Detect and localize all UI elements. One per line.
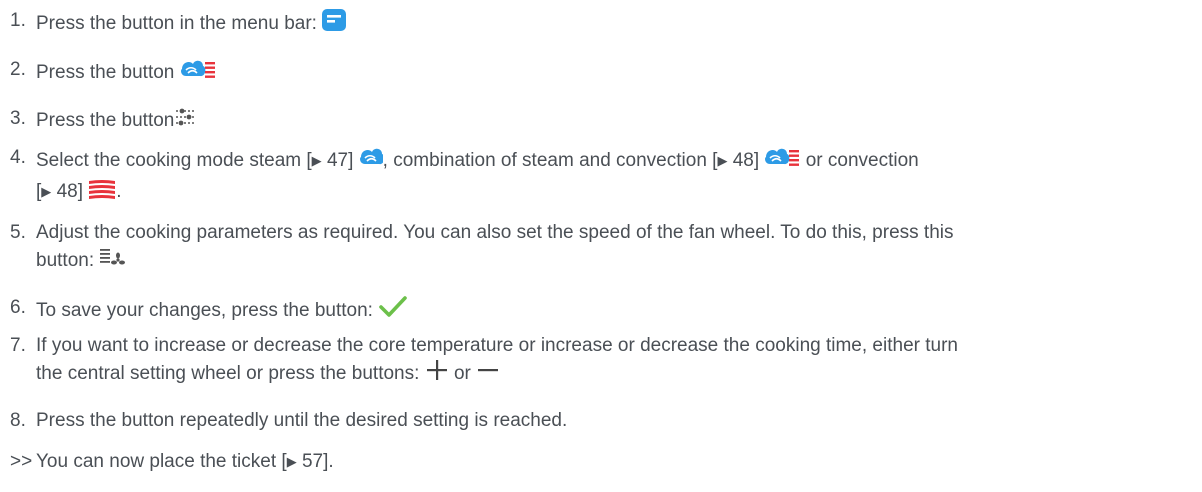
step-number: 1.: [10, 10, 26, 31]
steam-convection-icon: [764, 145, 800, 177]
step-text-part: , combination of steam and convection [: [382, 150, 718, 172]
step-7: 7. If you want to increase or decrease t…: [0, 333, 1202, 389]
result-text-part: .: [328, 451, 334, 472]
checkmark-icon: [378, 295, 408, 327]
step-text: Press the button in the menu bar:: [36, 13, 317, 35]
step-number: 7.: [10, 335, 26, 356]
steam-icon: [359, 145, 385, 177]
step-number: 6.: [10, 297, 26, 318]
step-2: 2. Press the button: [0, 57, 1202, 89]
step-text: Press the button: [36, 62, 175, 84]
result-line: >> You can now place the ticket [▶ 57].: [0, 449, 1202, 475]
page-ref-arrow: ▶: [717, 153, 728, 169]
step-number: 8.: [10, 410, 26, 431]
step-number: 5.: [10, 222, 26, 243]
step-1: 1. Press the button in the menu bar:: [0, 8, 1202, 40]
step-text-part: button:: [36, 250, 95, 272]
menu-bar-button-icon: [322, 8, 347, 40]
step-text-part: or: [453, 363, 471, 385]
step-number: 2.: [10, 59, 26, 80]
plus-icon: [425, 359, 449, 389]
step-text: To save your changes, press the button:: [36, 300, 373, 322]
page-ref-arrow: ▶: [311, 153, 322, 169]
step-text-part: .: [116, 181, 122, 203]
step-text-part: or convection: [800, 150, 919, 172]
page-ref[interactable]: 48]: [733, 150, 759, 171]
page-ref[interactable]: 57]: [302, 451, 328, 472]
step-number: 3.: [10, 108, 26, 129]
step-text-part: Adjust the cooking parameters as require…: [36, 222, 954, 243]
step-5: 5. Adjust the cooking parameters as requ…: [0, 220, 1202, 276]
step-text-part: Select the cooking mode steam [: [36, 150, 312, 172]
page-ref[interactable]: 47]: [327, 150, 353, 171]
fan-speed-icon: [99, 246, 126, 276]
step-4: 4. Select the cooking mode steam [▶ 47] …: [0, 145, 1202, 207]
step-3: 3. Press the button: [0, 106, 1202, 136]
step-6: 6. To save your changes, press the butto…: [0, 295, 1202, 327]
page-ref[interactable]: 48]: [57, 181, 83, 202]
step-number: 4.: [10, 147, 26, 168]
settings-sliders-icon: [174, 106, 198, 136]
page-ref-arrow: ▶: [41, 184, 52, 200]
step-8: 8. Press the button repeatedly until the…: [0, 408, 1202, 434]
result-text-part: You can now place the ticket [: [36, 451, 287, 472]
instruction-list: 1. Press the button in the menu bar: 2. …: [0, 0, 1202, 472]
steam-convection-icon: [180, 57, 216, 89]
convection-icon: [88, 177, 116, 207]
result-marker: >>: [10, 451, 33, 472]
step-text: Press the button repeatedly until the de…: [36, 410, 568, 431]
step-text-part: the central setting wheel or press the b…: [36, 363, 420, 385]
minus-icon: [476, 359, 500, 389]
step-text-part: If you want to increase or decrease the …: [36, 335, 958, 356]
page-ref-arrow: ▶: [286, 454, 297, 469]
step-text: Press the button: [36, 110, 175, 132]
